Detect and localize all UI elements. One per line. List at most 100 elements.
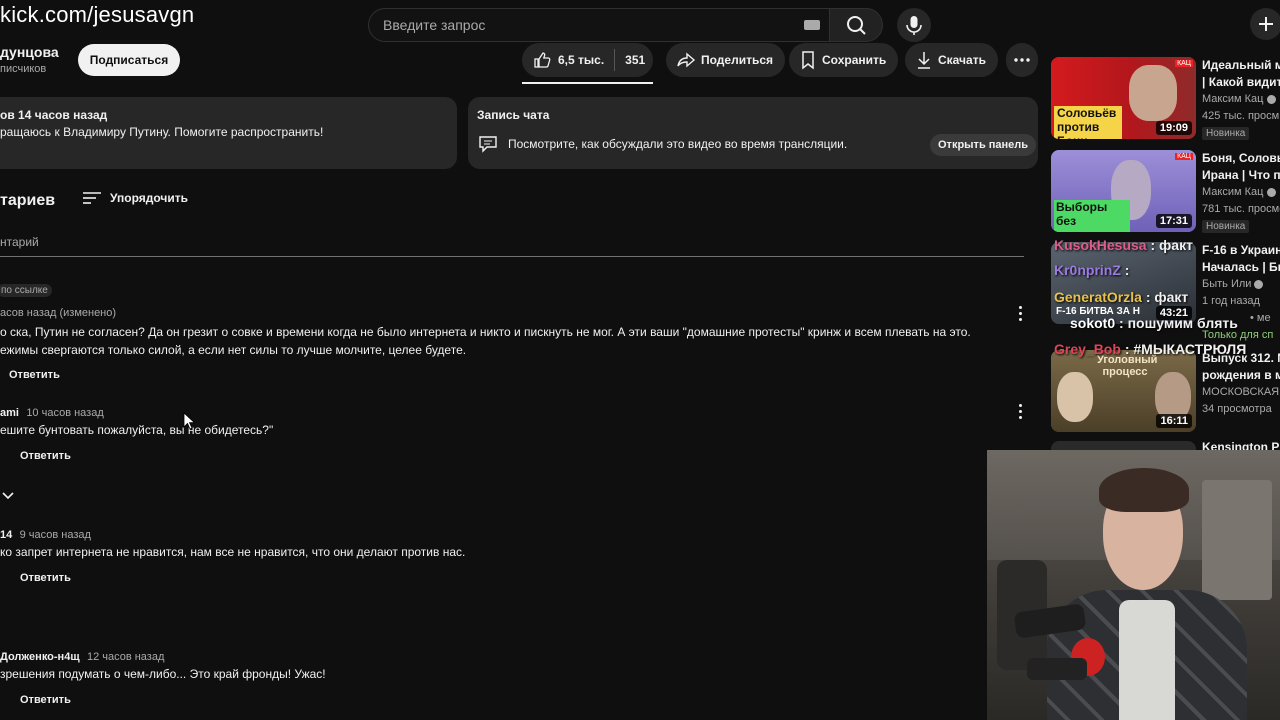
video-title: Началась | Бы <box>1202 260 1280 274</box>
chat-replay-text: Посмотрите, как обсуждали это видео во в… <box>508 137 848 151</box>
chat-icon <box>479 136 497 153</box>
stream-chat-message: GeneratOrzla : факт <box>1054 289 1188 305</box>
channel-name: Максим Кац <box>1202 93 1264 105</box>
comment-header: ami 10 часов назад <box>0 405 104 419</box>
video-title: Ирана | Что пу <box>1202 168 1280 182</box>
voice-search-button[interactable] <box>897 8 931 42</box>
plus-icon <box>1259 17 1273 31</box>
chat-replay-title: Запись чата <box>477 108 550 122</box>
verified-icon <box>1254 279 1264 289</box>
comment-time: 12 часов назад <box>86 651 165 663</box>
comment-text-line: ко запрет интернета не нравится, нам все… <box>0 545 466 559</box>
search-button[interactable] <box>829 8 883 42</box>
comment-author[interactable]: Долженко-н4щ <box>0 651 80 663</box>
sort-label: Упорядочить <box>110 191 189 205</box>
more-horizontal-icon <box>1014 58 1030 62</box>
share-button[interactable]: Поделиться <box>666 43 786 77</box>
mouse-cursor-icon <box>183 412 195 430</box>
chat-text: : факт <box>1150 237 1193 253</box>
subscribe-button[interactable]: Подписаться <box>78 44 180 76</box>
create-button[interactable] <box>1250 8 1280 40</box>
more-actions-button[interactable] <box>1006 43 1038 77</box>
comment-text-line: зрешения подумать о чем-либо... Это край… <box>0 667 326 681</box>
like-underline <box>522 82 653 84</box>
chevron-down-icon[interactable] <box>2 491 14 501</box>
bookmark-icon <box>802 51 814 70</box>
stream-chat-message: Grey_Bob : #МЫКАСТРЮЛЯ <box>1054 341 1246 357</box>
new-badge: Новинка <box>1202 220 1250 233</box>
comment-time: 9 часов назад <box>19 529 91 541</box>
stream-url-watermark: kick.com/jesusavgn <box>0 2 195 27</box>
recommendation-info[interactable]: Выпуск 312. М рождения в м МОСКОВСКАЯ К … <box>1202 350 1280 418</box>
subscriber-count: писчиков <box>0 63 47 75</box>
share-label: Поделиться <box>701 53 774 67</box>
chat-replay-card: Запись чата Посмотрите, как обсуждали эт… <box>468 97 1038 169</box>
thumbs-up-icon <box>534 52 551 68</box>
recommendation-info[interactable]: Боня, Соловь Ирана | Что пу Максим Кац 7… <box>1202 150 1280 233</box>
video-views: 34 просмотра <box>1202 403 1272 415</box>
video-title: Боня, Соловь <box>1202 151 1280 165</box>
new-badge: Новинка <box>1202 127 1250 140</box>
video-views: 781 тыс. просмо <box>1202 203 1280 215</box>
reply-button[interactable]: Ответить <box>20 450 71 462</box>
channel-name: Максим Кац <box>1202 186 1264 198</box>
thumbnail-caption: Соловьёв против Бони <box>1054 106 1122 139</box>
chat-user: KusokHesusa <box>1054 237 1147 253</box>
video-title: F-16 в Украин <box>1202 243 1280 257</box>
chat-text: : пошумим блять <box>1119 315 1238 331</box>
like-button[interactable]: 6,5 тыс. <box>522 49 604 71</box>
video-duration: 17:31 <box>1155 214 1192 228</box>
save-label: Сохранить <box>822 53 887 67</box>
download-button[interactable]: Скачать <box>905 43 998 77</box>
mic-icon <box>906 16 922 35</box>
video-title: Идеальный м <box>1202 58 1280 72</box>
comment-author[interactable]: ami <box>0 407 19 419</box>
comment-menu-icon[interactable] <box>1019 404 1023 422</box>
channel-name[interactable]: дунцова <box>0 44 59 60</box>
save-button[interactable]: Сохранить <box>789 43 899 77</box>
comment-author[interactable]: 14 <box>0 529 12 541</box>
reply-button[interactable]: Ответить <box>20 572 71 584</box>
reply-button[interactable]: Ответить <box>9 369 60 381</box>
video-thumbnail[interactable]: F-16 БИТВА ЗА Н 43:21 <box>1051 242 1196 324</box>
channel-corner-badge: КАЦ <box>1175 153 1193 160</box>
comment-text-line: ежимы свергаются только силой, а если не… <box>0 343 467 357</box>
comment-time: асов назад (изменено) <box>0 307 117 319</box>
description-card[interactable]: ов 14 часов назад ращаюсь к Владимиру Пу… <box>0 97 457 169</box>
video-thumbnail[interactable]: Соловьёв против Бони КАЦ 19:09 <box>1051 57 1196 139</box>
comment-time: 10 часов назад <box>26 407 104 419</box>
search-input[interactable]: Введите запрос <box>368 8 829 42</box>
chat-user: sokot0 <box>1070 315 1116 331</box>
description-meta: ов 14 часов назад <box>0 108 108 122</box>
add-comment-input[interactable]: нтарий <box>0 235 1024 257</box>
video-title: рождения в м <box>1202 368 1280 382</box>
recommendation-info[interactable]: Идеальный м | Какой видит Максим Кац 425… <box>1202 57 1280 140</box>
chat-user: Kr0nprinZ <box>1054 262 1121 278</box>
sort-comments-button[interactable]: Упорядочить <box>82 190 188 206</box>
share-icon <box>677 52 696 68</box>
video-title: | Какой видит <box>1202 75 1280 89</box>
stream-chat-message: Kr0nprinZ : <box>1054 262 1129 278</box>
comments-count-title: тариев <box>0 192 56 209</box>
comment-header: Долженко-н4щ 12 часов назад <box>0 649 164 663</box>
webcam-overlay <box>987 450 1280 720</box>
channel-name: Быть Или <box>1202 278 1252 290</box>
chat-user: GeneratOrzla <box>1054 289 1142 305</box>
download-icon <box>918 52 930 69</box>
comment-text-line: ешите бунтовать пожалуйста, вы не обидет… <box>0 423 274 437</box>
reply-button[interactable]: Ответить <box>20 694 71 706</box>
chat-text: : факт <box>1145 289 1189 305</box>
video-thumbnail[interactable]: Уголовный процесс 16:11 <box>1051 350 1196 432</box>
video-thumbnail[interactable]: Выборы без интернета КАЦ 17:31 <box>1051 150 1196 232</box>
like-count: 6,5 тыс. <box>558 53 605 67</box>
keyboard-icon[interactable] <box>804 20 820 30</box>
comment-text-line: о ска, Путин не согласен? Да он грезит о… <box>0 325 971 339</box>
comment-menu-icon[interactable] <box>1019 306 1023 324</box>
chat-user: Grey_Bob <box>1054 341 1121 357</box>
like-dislike-group: 6,5 тыс. 351 <box>522 43 653 77</box>
open-chat-panel-button[interactable]: Открыть панель <box>930 134 1037 156</box>
channel-corner-badge: КАЦ <box>1175 60 1193 67</box>
dislike-count[interactable]: 351 <box>625 53 645 67</box>
stream-chat-message: KusokHesusa : факт <box>1054 237 1193 253</box>
sort-icon <box>83 192 101 204</box>
